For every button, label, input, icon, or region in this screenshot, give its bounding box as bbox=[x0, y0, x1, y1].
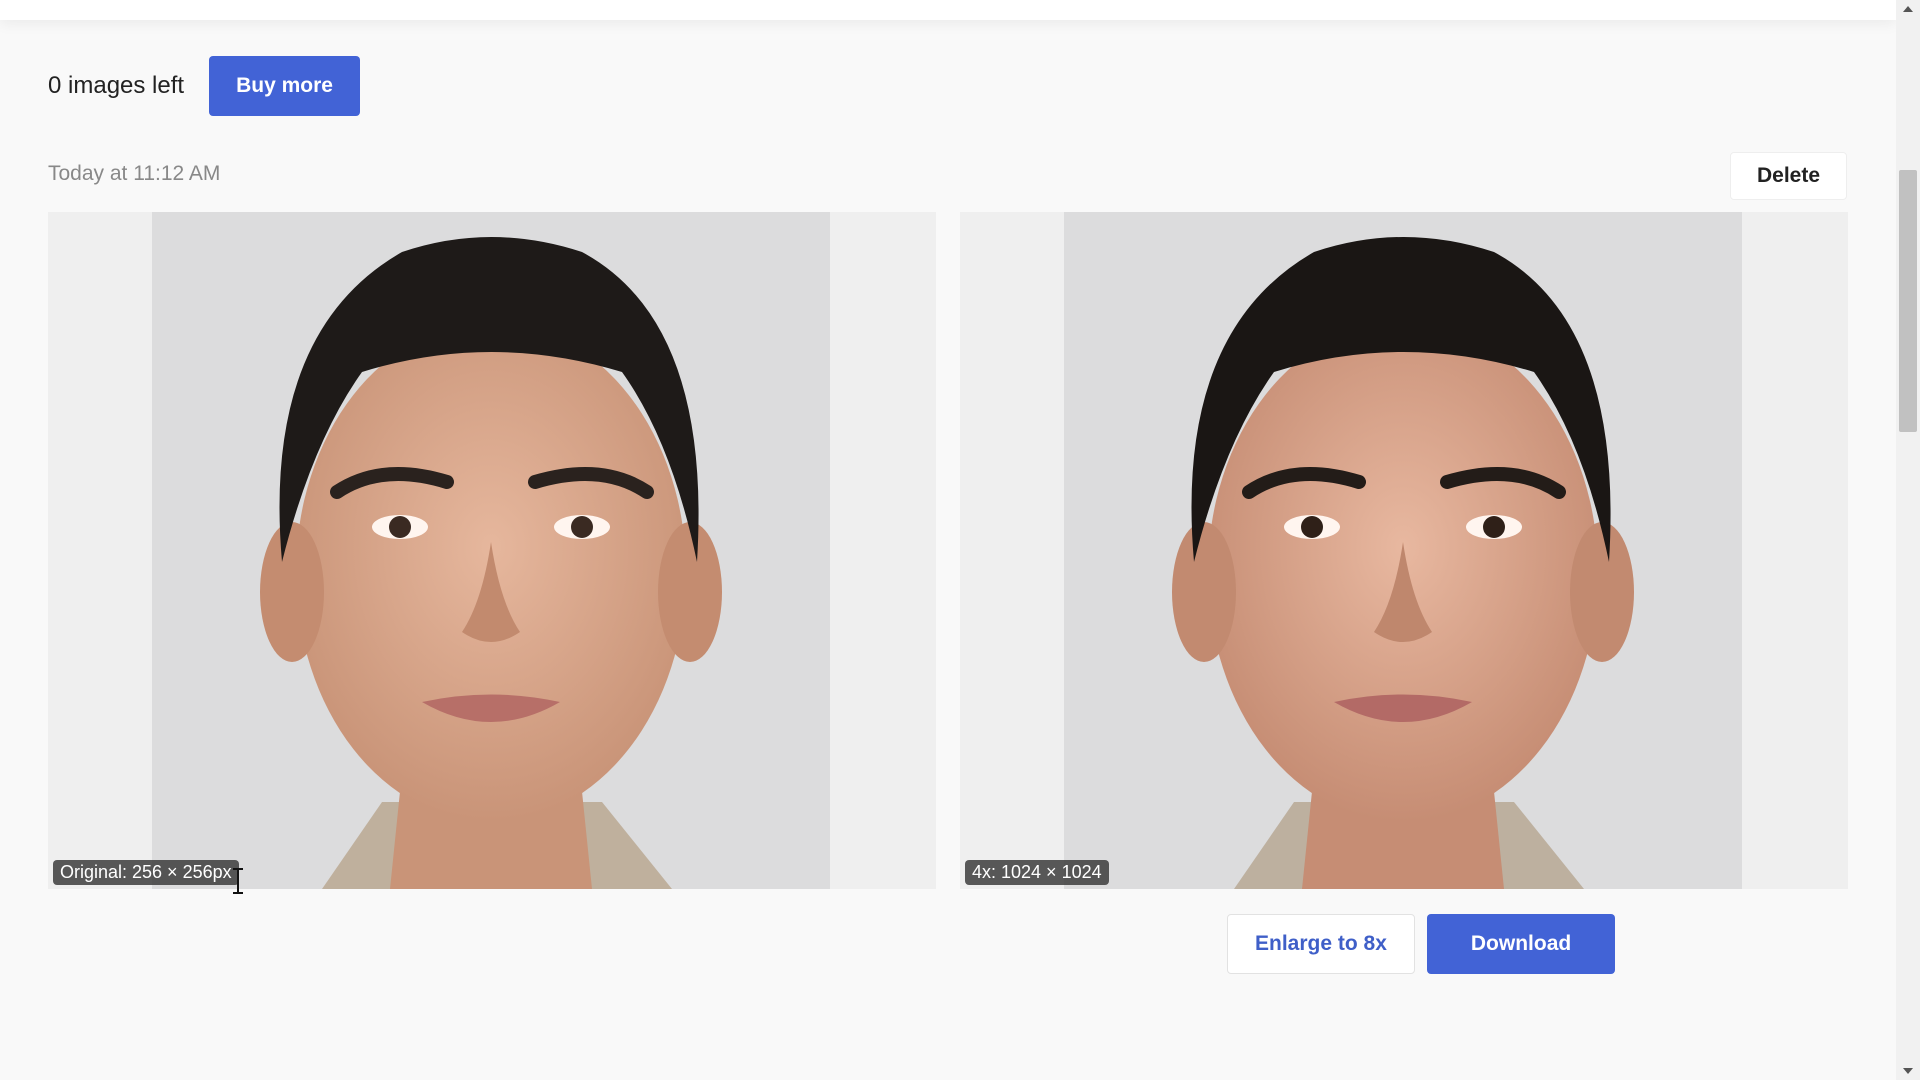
text-cursor-icon bbox=[233, 868, 243, 894]
buy-more-button[interactable]: Buy more bbox=[209, 56, 360, 116]
delete-button[interactable]: Delete bbox=[1730, 152, 1847, 200]
enlarged-size-label: 4x: 1024 × 1024 bbox=[965, 860, 1109, 885]
scroll-down-arrow-icon[interactable] bbox=[1903, 1068, 1913, 1074]
original-image-panel: Original: 256 × 256px bbox=[48, 212, 936, 889]
vertical-scrollbar[interactable] bbox=[1896, 0, 1920, 1080]
item-timestamp: Today at 11:12 AM bbox=[48, 162, 221, 185]
scroll-thumb[interactable] bbox=[1899, 170, 1917, 432]
images-left-count: 0 images left bbox=[48, 72, 185, 99]
image-actions: Enlarge to 8x Download bbox=[1227, 914, 1616, 974]
top-header-bar bbox=[0, 0, 1896, 20]
enlarge-8x-button[interactable]: Enlarge to 8x bbox=[1227, 914, 1415, 974]
original-portrait-image bbox=[152, 212, 830, 889]
scroll-up-arrow-icon[interactable] bbox=[1903, 6, 1913, 12]
download-button[interactable]: Download bbox=[1426, 914, 1616, 974]
original-size-label: Original: 256 × 256px bbox=[53, 860, 239, 885]
enlarged-portrait-image bbox=[1064, 212, 1742, 889]
credits-row: 0 images left Buy more bbox=[48, 56, 360, 116]
enlarged-image-panel: 4x: 1024 × 1024 bbox=[960, 212, 1848, 889]
